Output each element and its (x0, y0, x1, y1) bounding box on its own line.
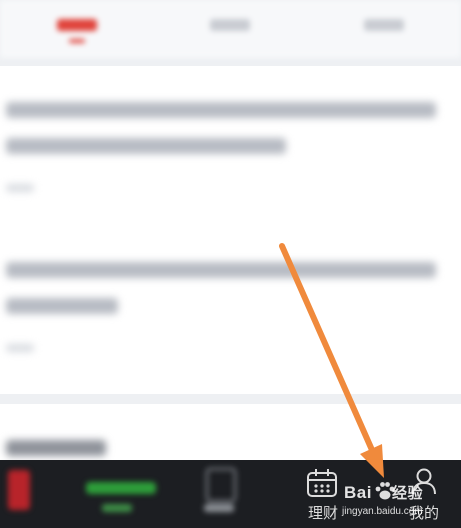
home-icon (8, 470, 30, 510)
nav-market[interactable] (72, 460, 168, 528)
tab-third[interactable] (354, 9, 414, 49)
tab-recommended[interactable] (47, 9, 107, 49)
watermark-brand: Bai 经验 (344, 483, 423, 502)
calendar-icon (307, 469, 337, 497)
news-item[interactable] (0, 66, 461, 216)
nav-trade[interactable] (198, 460, 242, 528)
watermark-url: jingyan.baidu.com (342, 506, 423, 517)
news-card (0, 66, 461, 394)
top-tab-bar (0, 0, 461, 58)
tab-second[interactable] (200, 9, 260, 49)
news-item[interactable] (0, 226, 461, 376)
nav-home[interactable] (0, 460, 40, 528)
trade-icon (206, 468, 236, 502)
market-icon (86, 482, 156, 494)
watermark: Bai 经验 jingyan.baidu.com (340, 478, 458, 524)
